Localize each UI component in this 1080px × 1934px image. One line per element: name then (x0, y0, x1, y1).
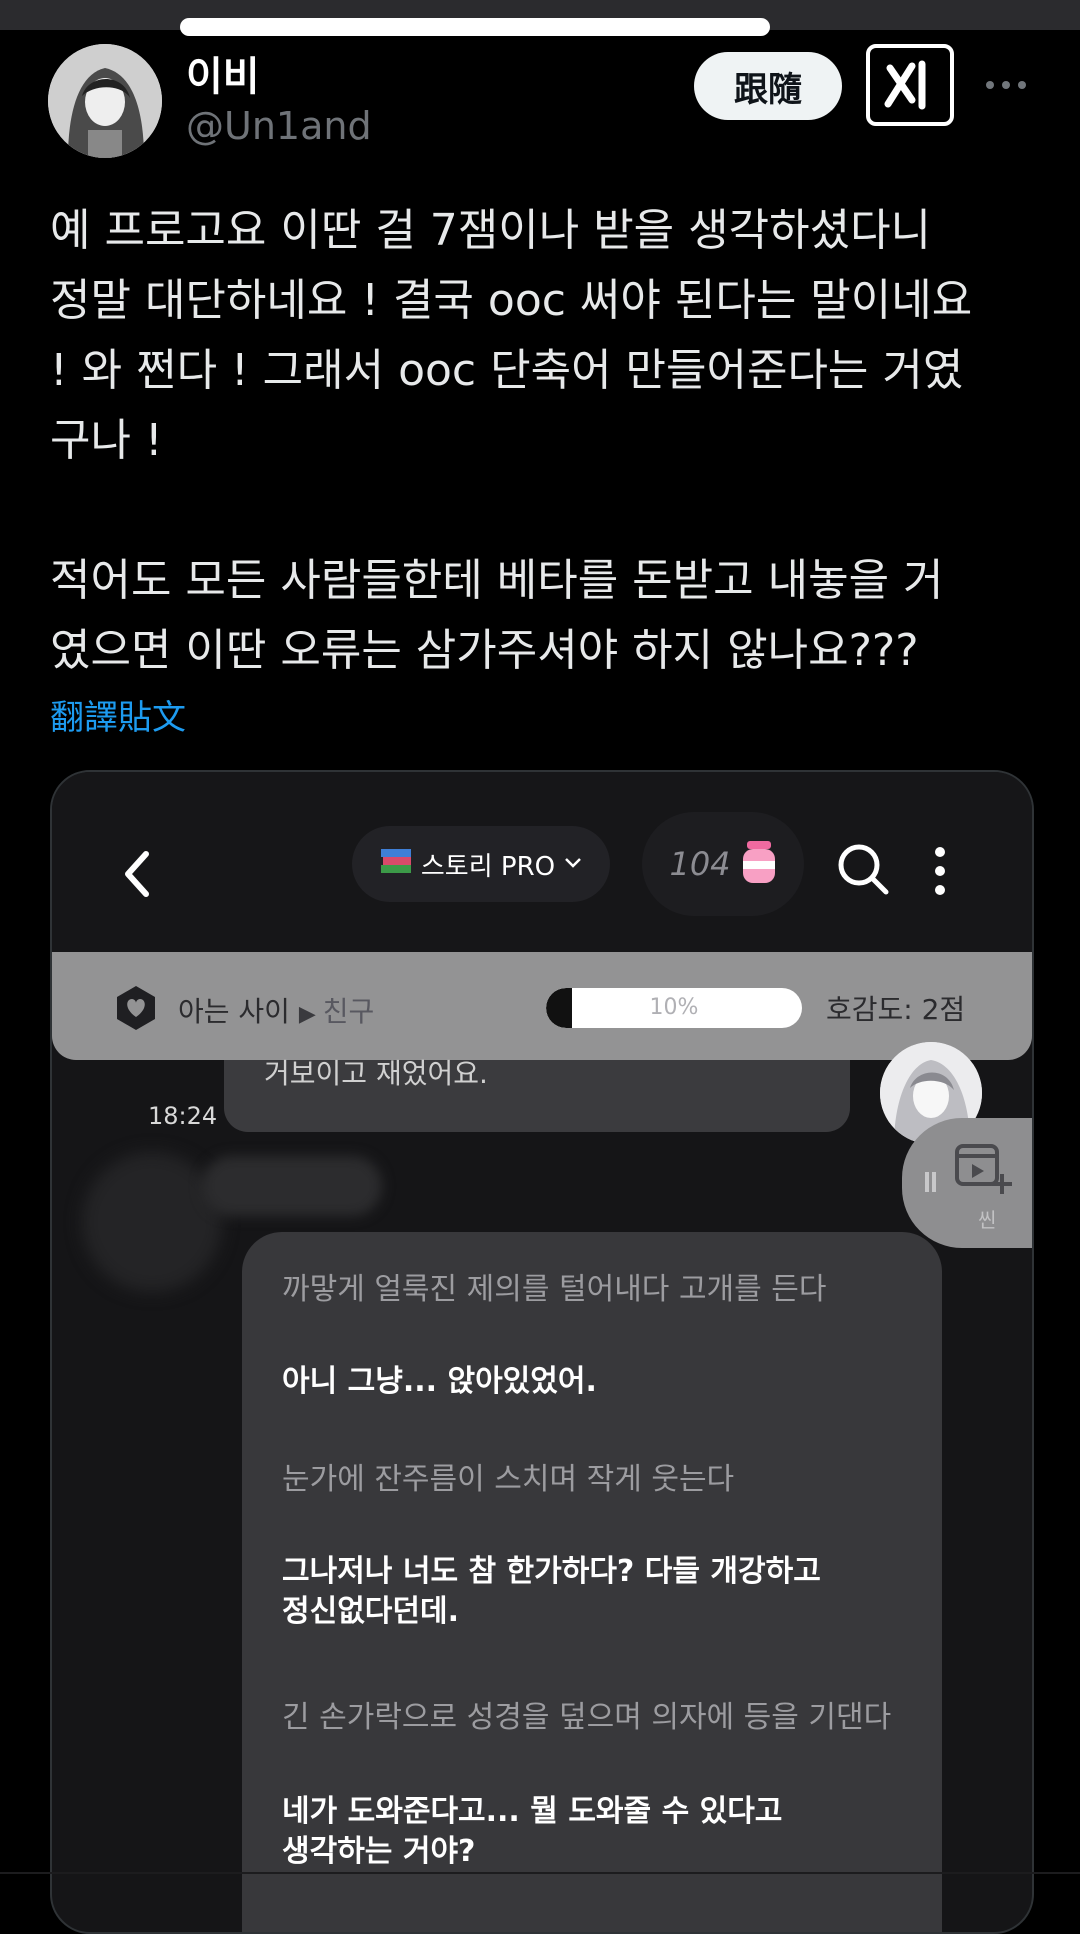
video-add-icon (954, 1140, 1014, 1200)
narration-line: 까맣게 얼룩진 제의를 털어내다 고개를 든다 (282, 1272, 827, 1307)
scene-button: 씬 (902, 1118, 1032, 1248)
affinity-progress-bar: 10% (546, 988, 802, 1028)
handle-icon (924, 1170, 938, 1194)
story-mode-selector: 스토리 PRO (352, 826, 610, 902)
speech-line: 네가 도와준다고... 뭘 도와줄 수 있다고 생각하는 거야? (282, 1794, 783, 1869)
attached-image[interactable]: 스토리 PRO 104 아는 사이 ▶ 친구 10% 호감도: 2점 거보이고 … (50, 770, 1034, 1934)
kebab-menu-icon (932, 844, 948, 898)
author-handle[interactable]: @Un1and (186, 104, 372, 148)
heart-hexagon-icon (114, 984, 158, 1036)
previous-message-bubble: 거보이고 재었어요. (224, 1057, 850, 1132)
app-header: 스토리 PRO 104 (52, 772, 1032, 952)
search-icon (836, 842, 890, 896)
pink-jar-icon (741, 839, 777, 889)
books-icon (379, 847, 413, 881)
top-handle-bar (180, 18, 770, 36)
post-text: 예 프로고요 이딴 걸 7잼이나 받을 생각하셨다니 정말 대단하네요 ! 결국… (50, 205, 973, 676)
speech-line: 아니 그냥... 앉아있었어. (282, 1364, 597, 1399)
character-message-bubble: 까맣게 얼룩진 제의를 털어내다 고개를 든다 아니 그냥... 앉아있었어. … (242, 1232, 942, 1932)
narration-line: 긴 손가락으로 성경을 덮으며 의자에 등을 기댄다 (282, 1700, 892, 1735)
chevron-left-icon (118, 846, 158, 902)
author-avatar[interactable] (48, 44, 162, 158)
coin-counter: 104 (642, 812, 804, 916)
relation-next: 친구 (322, 995, 375, 1028)
divider (0, 1872, 1080, 1874)
story-mode-label: 스토리 PRO (420, 851, 556, 882)
message-time: 18:24 (148, 1102, 218, 1130)
chevron-down-icon (563, 855, 583, 874)
relation-levels: 아는 사이 ▶ 친구 (178, 990, 374, 1030)
grok-icon[interactable] (866, 44, 954, 126)
follow-button[interactable]: 跟隨 (694, 52, 842, 120)
relationship-status-bar: 아는 사이 ▶ 친구 10% 호감도: 2점 (52, 952, 1032, 1060)
affinity-score: 호감도: 2점 (826, 993, 966, 1026)
scene-label: 씬 (978, 1208, 997, 1232)
progress-text: 10% (649, 995, 699, 1020)
author-name[interactable]: 이비 (186, 44, 260, 102)
coin-count: 104 (669, 845, 731, 883)
play-arrow-icon: ▶ (298, 1002, 323, 1027)
translate-post-link[interactable]: 翻譯貼文 (50, 690, 186, 739)
blurred-name-tag (202, 1156, 382, 1216)
blurred-username (82, 1152, 222, 1292)
previous-message-text: 거보이고 재었어요. (264, 1057, 488, 1090)
speech-line: 그나저나 너도 참 한가하다? 다들 개강하고 정신없다던데. (282, 1554, 821, 1629)
relation-current: 아는 사이 (178, 995, 290, 1028)
narration-line: 눈가에 잔주름이 스치며 작게 웃는다 (282, 1462, 735, 1497)
more-horizontal-icon[interactable] (984, 70, 1028, 100)
